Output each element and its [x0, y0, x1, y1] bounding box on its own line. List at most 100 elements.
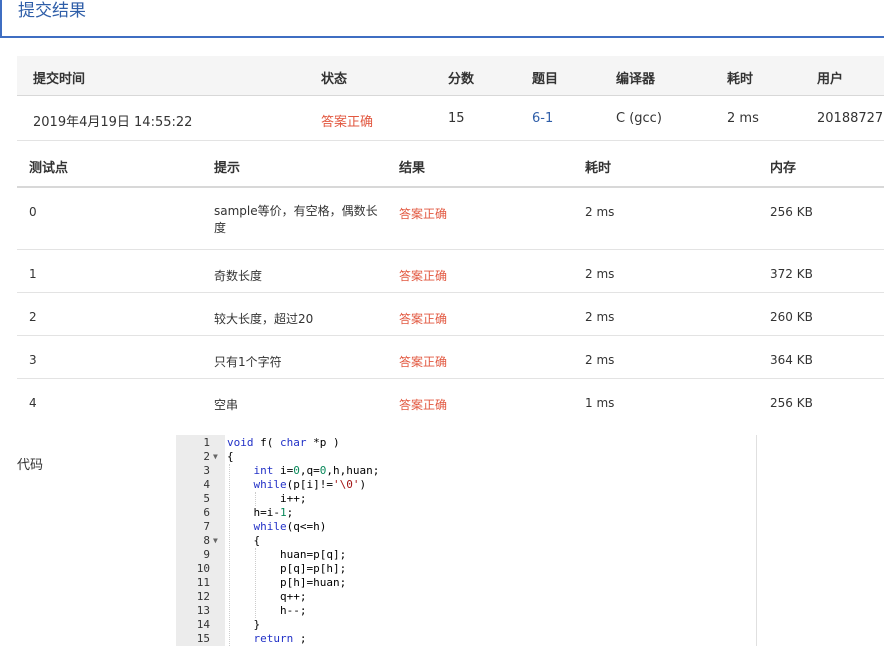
summary-header-row: 提交时间 状态 分数 题目 编译器 耗时 用户	[17, 56, 884, 96]
code-text: {	[227, 450, 234, 463]
code-text: h=i-1;	[227, 506, 294, 519]
test-result: 答案正确	[399, 207, 448, 221]
header-hint: 提示	[214, 161, 241, 176]
line-number: 2	[203, 450, 210, 463]
problem-link[interactable]: 6-1	[532, 111, 553, 126]
header-submit-time: 提交时间	[33, 72, 86, 87]
code-line: 6 h=i-1;	[176, 506, 756, 520]
test-memory: 260 KB	[770, 310, 813, 324]
table-row: 1 奇数长度 答案正确 2 ms 372 KB	[17, 250, 884, 293]
status-accepted: 答案正确	[321, 115, 374, 130]
header-score: 分数	[448, 72, 475, 87]
test-time: 1 ms	[585, 396, 615, 410]
test-hint: 较大长度，超过20	[214, 312, 314, 326]
code-text: huan=p[q];	[227, 548, 347, 561]
code-label: 代码	[17, 458, 44, 473]
test-time: 2 ms	[585, 353, 615, 367]
indent-guide	[255, 548, 257, 618]
fold-toggle-icon[interactable]: ▼	[213, 450, 218, 464]
test-memory: 372 KB	[770, 267, 813, 281]
line-number: 11	[196, 576, 210, 589]
code-line: 7 while(q<=h)	[176, 520, 756, 534]
submit-time: 2019年4月19日 14:55:22	[33, 115, 193, 130]
code-text: h--;	[227, 604, 307, 617]
code-text: return ;	[253, 632, 307, 645]
submission-summary-table: 提交时间 状态 分数 题目 编译器 耗时 用户 2019年4月19日 14:55…	[17, 56, 884, 141]
code-text: while(p[i]!='\0')	[253, 478, 367, 491]
compiler: C (gcc)	[616, 111, 662, 126]
page-title: 提交结果	[18, 1, 86, 21]
fold-toggle-icon[interactable]: ▼	[213, 534, 218, 548]
line-number: 3	[203, 464, 210, 477]
code-line: 8 ▼ {	[176, 534, 756, 548]
table-row: 0 sample等价，有空格，偶数长度 答案正确 2 ms 256 KB	[17, 188, 884, 250]
test-result: 答案正确	[399, 312, 448, 326]
test-memory: 256 KB	[770, 396, 813, 410]
test-cases-table: 测试点 提示 结果 耗时 内存 0 sample等价，有空格，偶数长度 答案正确…	[17, 141, 884, 421]
code-text: i++;	[227, 492, 307, 505]
code-line: 11 p[h]=huan;	[176, 576, 756, 590]
test-id: 0	[29, 205, 37, 219]
code-text: q++;	[227, 590, 307, 603]
header-user: 用户	[817, 72, 844, 87]
line-number: 12	[196, 590, 210, 603]
code-line: 2 ▼ {	[176, 450, 756, 464]
user-id: 20188727	[817, 111, 884, 126]
header-problem: 题目	[532, 72, 559, 87]
line-number: 10	[196, 562, 210, 575]
line-number: 15	[196, 632, 210, 645]
table-row: 3 只有1个字符 答案正确 2 ms 364 KB	[17, 336, 884, 379]
tests-header-row: 测试点 提示 结果 耗时 内存	[17, 141, 884, 188]
code-text: p[q]=p[h];	[227, 562, 347, 575]
header-memory: 内存	[770, 161, 797, 176]
header-time: 耗时	[585, 161, 612, 176]
line-number: 5	[203, 492, 210, 505]
test-time: 2 ms	[585, 205, 615, 219]
summary-row: 2019年4月19日 14:55:22 答案正确 15 6-1 C (gcc) …	[17, 96, 884, 141]
score: 15	[448, 111, 465, 126]
table-row: 4 空串 答案正确 1 ms 256 KB	[17, 379, 884, 421]
code-line: 13 h--;	[176, 604, 756, 618]
code-line: 9 huan=p[q];	[176, 548, 756, 562]
header-status: 状态	[321, 72, 348, 87]
code-text: p[h]=huan;	[227, 576, 347, 589]
code-line: 3 int i=0,q=0,h,huan;	[176, 464, 756, 478]
table-row: 2 较大长度，超过20 答案正确 2 ms 260 KB	[17, 293, 884, 336]
line-number: 7	[203, 520, 210, 533]
line-number: 13	[196, 604, 210, 617]
code-text: }	[227, 618, 261, 631]
header-time: 耗时	[727, 72, 754, 87]
code-text: int i=0,q=0,h,huan;	[253, 464, 380, 477]
line-number: 14	[196, 618, 210, 631]
code-text: void f( char *p )	[227, 436, 340, 449]
line-number: 1	[203, 436, 210, 449]
test-hint: sample等价，有空格，偶数长度	[214, 204, 378, 235]
test-result: 答案正确	[399, 269, 448, 283]
test-id: 3	[29, 353, 37, 367]
test-hint: 空串	[214, 398, 239, 412]
code-line: 5 i++;	[176, 492, 756, 506]
code-line: 15 return ;	[176, 632, 756, 646]
code-line: 10 p[q]=p[h];	[176, 562, 756, 576]
code-text: while(q<=h)	[253, 520, 327, 533]
elapsed-time: 2 ms	[727, 111, 759, 126]
test-hint: 奇数长度	[214, 269, 263, 283]
code-text: {	[227, 534, 261, 547]
line-number: 9	[203, 548, 210, 561]
code-line: 14 }	[176, 618, 756, 632]
page-header: 提交结果	[0, 0, 884, 38]
code-editor[interactable]: 1 void f( char *p ) 2 ▼{3 int i=0,q=0,h,hua…	[176, 435, 757, 646]
code-line: 12 q++;	[176, 590, 756, 604]
test-id: 2	[29, 310, 37, 324]
code-line: 1 void f( char *p )	[176, 436, 756, 450]
header-compiler: 编译器	[616, 72, 656, 87]
test-time: 2 ms	[585, 267, 615, 281]
code-line: 4 while(p[i]!='\0')	[176, 478, 756, 492]
header-result: 结果	[399, 161, 426, 176]
line-number: 6	[203, 506, 210, 519]
line-number: 4	[203, 478, 210, 491]
line-number: 8	[203, 534, 210, 547]
test-id: 1	[29, 267, 37, 281]
header-test-point: 测试点	[29, 161, 69, 176]
test-hint: 只有1个字符	[214, 355, 282, 369]
